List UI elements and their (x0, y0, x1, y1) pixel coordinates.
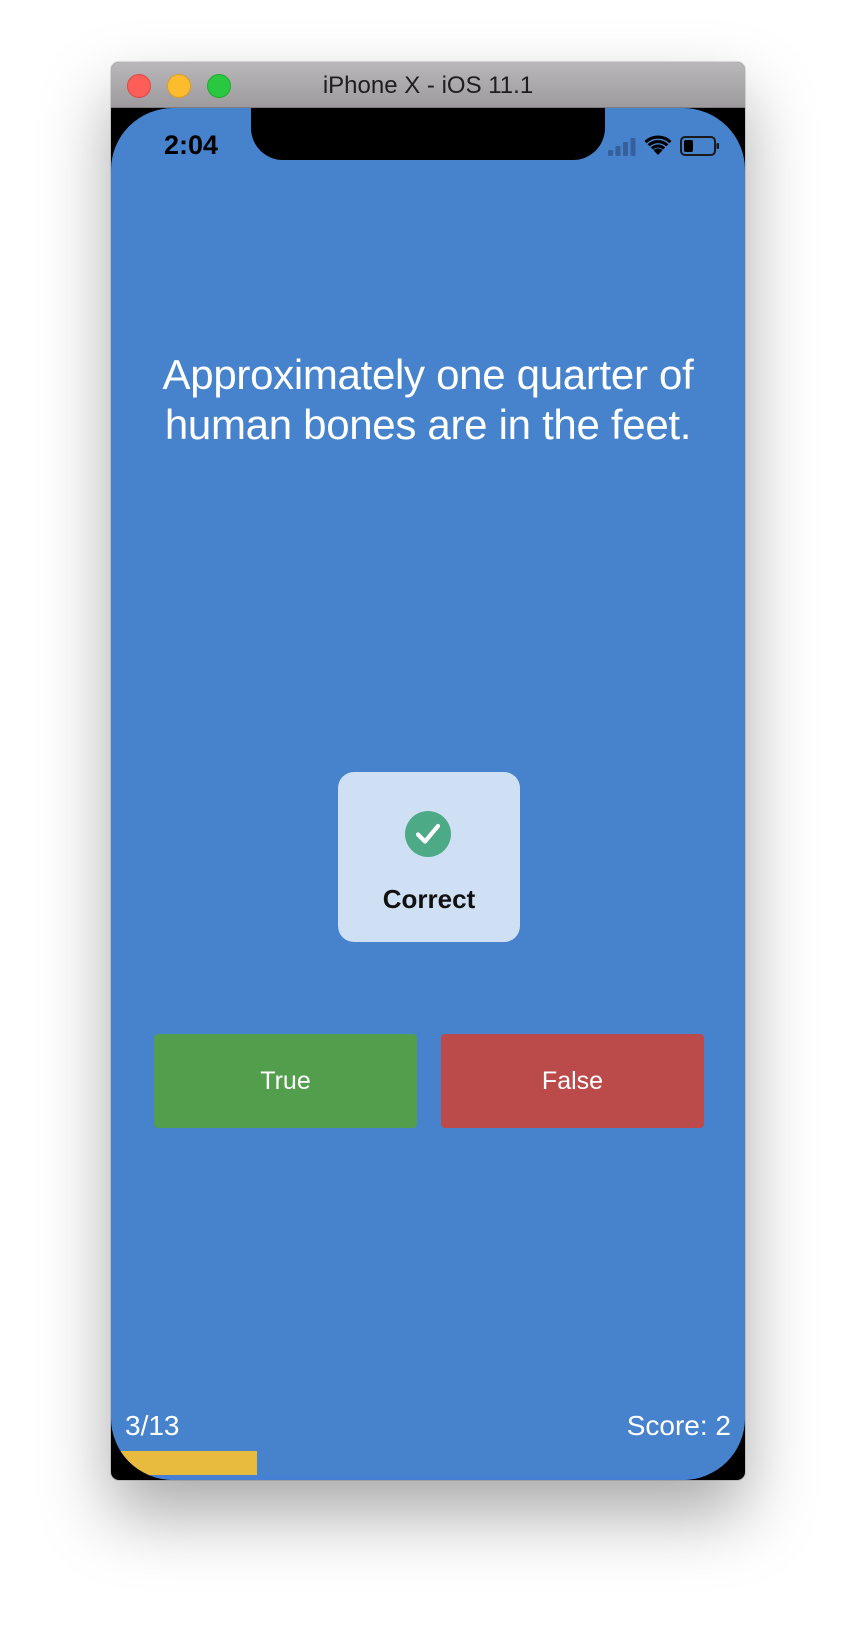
feedback-card: Correct (338, 772, 520, 942)
signal-icon (608, 138, 636, 156)
screen-notch (251, 108, 605, 160)
title-bar: iPhone X - iOS 11.1 (111, 62, 745, 108)
bottom-safe-area (111, 1475, 745, 1480)
false-button[interactable]: False (441, 1034, 704, 1128)
simulator-window: iPhone X - iOS 11.1 2:04 Approximately o… (111, 62, 745, 1480)
progress-bar (111, 1451, 745, 1475)
progress-label: 3/13 (125, 1410, 180, 1441)
feedback-label: Correct (382, 884, 476, 914)
progress-bar-fill (111, 1451, 258, 1475)
phone-screen: 2:04 Approximately one quarter of human … (111, 108, 745, 1480)
check-circle-icon (405, 811, 451, 857)
status-time: 2:04 (164, 130, 219, 160)
score-label: Score: 2 (626, 1410, 731, 1441)
true-button[interactable]: True (154, 1034, 417, 1128)
battery-icon (680, 136, 719, 156)
wifi-icon (644, 135, 672, 155)
window-title: iPhone X - iOS 11.1 (322, 72, 534, 99)
question-text: Approximately one quarter of human bones… (162, 351, 694, 448)
